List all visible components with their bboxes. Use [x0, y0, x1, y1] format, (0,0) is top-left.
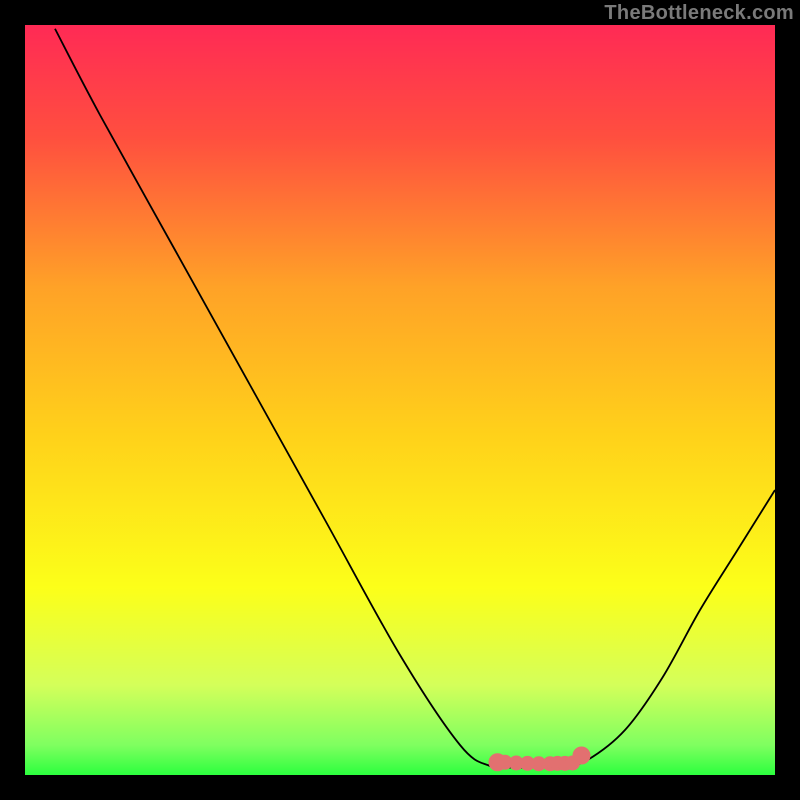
plot-background [25, 25, 775, 775]
chart-container: TheBottleneck.com [0, 0, 800, 800]
watermark-text: TheBottleneck.com [604, 2, 794, 25]
optimal-marker [573, 747, 591, 765]
bottleneck-chart [0, 0, 800, 800]
